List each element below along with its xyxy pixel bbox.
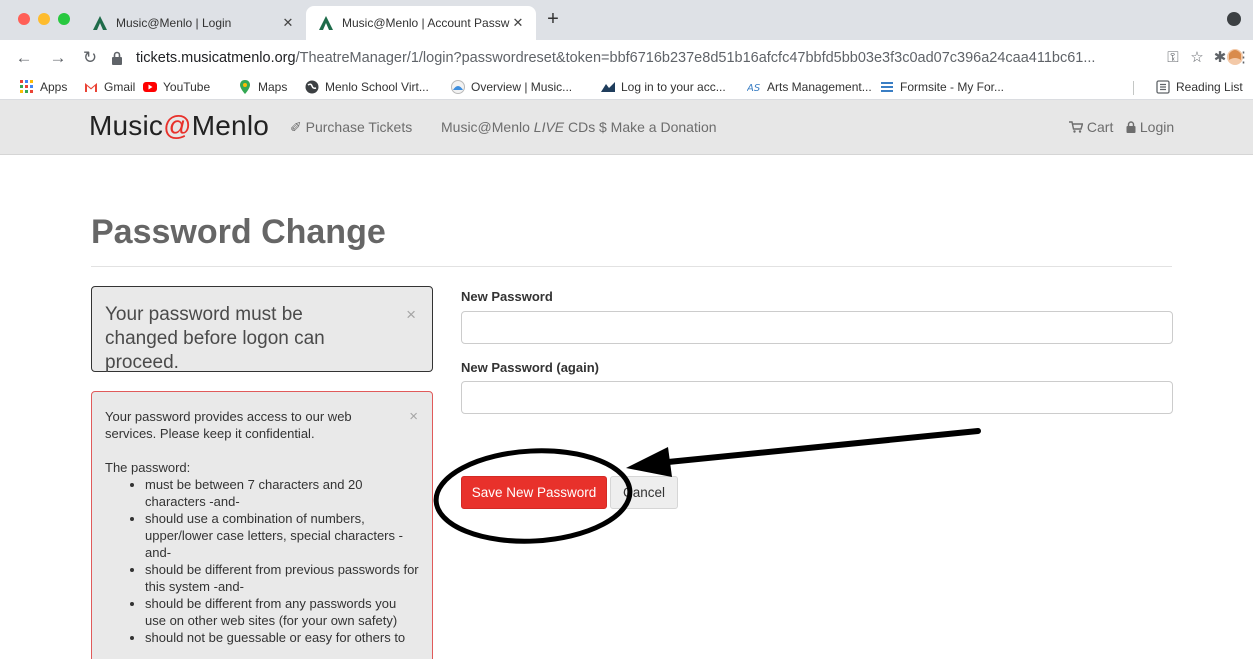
browser-tab-strip: Music@Menlo | Login ✕ Music@Menlo | Acco… xyxy=(0,0,1253,40)
nav-purchase-tickets[interactable]: ✐ Purchase Tickets xyxy=(290,119,412,136)
browser-toolbar: ← → ↻ tickets.musicatmenlo.org/TheatreMa… xyxy=(0,40,1253,76)
bookmark-label: YouTube xyxy=(163,80,211,94)
site-logo[interactable]: Music@Menlo xyxy=(89,110,269,142)
password-key-icon[interactable]: ⚿ xyxy=(1163,48,1183,68)
window-minimize-button[interactable] xyxy=(38,13,50,25)
forward-arrow-icon[interactable]: → xyxy=(48,48,68,68)
formsite-icon xyxy=(881,82,893,92)
list-item: must be between 7 characters and 20 char… xyxy=(145,476,419,510)
rules-list: must be between 7 characters and 20 char… xyxy=(127,476,419,646)
list-item: should be different from any passwords y… xyxy=(145,595,419,629)
window-zoom-button[interactable] xyxy=(58,13,70,25)
close-icon[interactable]: × xyxy=(409,408,418,425)
list-item: should use a combination of numbers, upp… xyxy=(145,510,419,561)
reading-list-label: Reading List xyxy=(1176,80,1243,94)
new-password-field[interactable] xyxy=(461,311,1173,344)
bookmark-log-in[interactable]: Log in to your acc... xyxy=(601,80,726,94)
title-divider xyxy=(91,266,1172,267)
maps-icon xyxy=(240,80,250,94)
new-password-again-label: New Password (again) xyxy=(461,360,599,375)
bookmarks-divider xyxy=(1133,81,1134,95)
bookmark-formsite[interactable]: Formsite - My For... xyxy=(880,80,1004,94)
bookmark-label: Apps xyxy=(40,80,68,94)
apps-grid-icon xyxy=(20,80,33,93)
bookmark-label: Overview | Music... xyxy=(471,80,573,94)
bookmark-label: Menlo School Virt... xyxy=(325,80,429,94)
nav-cart[interactable]: Cart xyxy=(1069,119,1113,135)
close-icon[interactable]: × xyxy=(406,303,416,327)
new-password-again-field[interactable] xyxy=(461,381,1173,414)
reading-list[interactable]: Reading List xyxy=(1156,80,1243,94)
bookmark-label: Gmail xyxy=(104,80,136,94)
bookmarks-bar: Apps Gmail YouTube Maps Menlo School Vir… xyxy=(0,76,1253,100)
site-navbar: Music@Menlo ✐ Purchase Tickets Music@Men… xyxy=(0,100,1253,155)
annotation-arrowhead xyxy=(626,447,672,477)
browser-menu-icon[interactable]: ⋮ xyxy=(1236,48,1251,68)
tab-close-icon[interactable]: ✕ xyxy=(510,15,526,31)
tab-search-icon[interactable] xyxy=(1227,12,1241,26)
bookmark-star-icon[interactable]: ☆ xyxy=(1187,48,1207,68)
lock-icon xyxy=(112,51,122,65)
back-arrow-icon[interactable]: ← xyxy=(14,48,34,68)
arts-management-icon: AS xyxy=(747,83,761,94)
reading-list-icon xyxy=(1156,80,1170,94)
music-overview-icon xyxy=(451,80,465,94)
annotation-arrow-shaft xyxy=(665,428,981,465)
globe-icon xyxy=(305,80,319,94)
tab-title: Music@Menlo | Account Passw xyxy=(342,16,510,30)
nav-make-donation[interactable]: $ Make a Donation xyxy=(599,119,717,135)
bookmark-youtube[interactable]: YouTube xyxy=(143,80,210,94)
mountain-icon xyxy=(601,82,615,92)
new-password-label: New Password xyxy=(461,289,553,304)
bookmark-label: Maps xyxy=(258,80,288,94)
bookmark-label: Formsite - My For... xyxy=(900,80,1005,94)
save-new-password-button[interactable]: Save New Password xyxy=(461,476,607,509)
tab-account-password[interactable]: Music@Menlo | Account Passw ✕ xyxy=(306,6,536,40)
cancel-button[interactable]: Cancel xyxy=(610,476,678,509)
password-change-alert: × Your password must be changed before l… xyxy=(91,286,433,373)
music-at-menlo-favicon-icon xyxy=(319,16,333,30)
ticket-tag-icon: ✐ xyxy=(290,119,302,135)
alert-message: Your password must be changed before log… xyxy=(105,304,325,373)
nav-live-cds[interactable]: Music@Menlo LIVE CDs xyxy=(441,119,595,135)
list-item: should not be guessable or easy for othe… xyxy=(145,629,419,646)
music-at-menlo-favicon-icon xyxy=(93,16,107,30)
tab-close-icon[interactable]: ✕ xyxy=(280,15,296,31)
cart-icon xyxy=(1069,121,1084,133)
address-bar[interactable]: tickets.musicatmenlo.org/TheatreManager/… xyxy=(110,44,1160,72)
svg-text:AS: AS xyxy=(747,83,761,94)
url-path: /TheatreManager/1/login?passwordreset&to… xyxy=(295,50,1096,66)
youtube-icon xyxy=(143,82,157,92)
bookmark-menlo-school[interactable]: Menlo School Virt... xyxy=(305,80,429,94)
page-title: Password Change xyxy=(91,213,386,251)
nav-login[interactable]: Login xyxy=(1126,119,1174,135)
rules-heading: The password: xyxy=(105,460,191,475)
bookmark-overview[interactable]: Overview | Music... xyxy=(451,80,572,94)
bookmark-gmail[interactable]: Gmail xyxy=(84,80,135,94)
bookmark-arts-management[interactable]: AS Arts Management... xyxy=(747,80,872,94)
new-tab-plus-icon[interactable]: + xyxy=(543,9,563,30)
password-rules-alert: × Your password provides access to our w… xyxy=(91,391,433,659)
list-item: should be different from previous passwo… xyxy=(145,561,419,595)
rules-intro: Your password provides access to our web… xyxy=(105,409,352,441)
bookmark-maps[interactable]: Maps xyxy=(238,80,287,94)
gmail-icon xyxy=(85,83,97,92)
bookmark-label: Log in to your acc... xyxy=(621,80,726,94)
reload-icon[interactable]: ↻ xyxy=(80,48,100,68)
tab-title: Music@Menlo | Login xyxy=(116,16,232,30)
tab-login[interactable]: Music@Menlo | Login ✕ xyxy=(80,6,306,40)
url-host: tickets.musicatmenlo.org xyxy=(136,50,296,66)
bookmark-apps[interactable]: Apps xyxy=(20,80,67,94)
window-close-button[interactable] xyxy=(18,13,30,25)
bookmark-label: Arts Management... xyxy=(767,80,872,94)
padlock-icon xyxy=(1126,121,1136,133)
